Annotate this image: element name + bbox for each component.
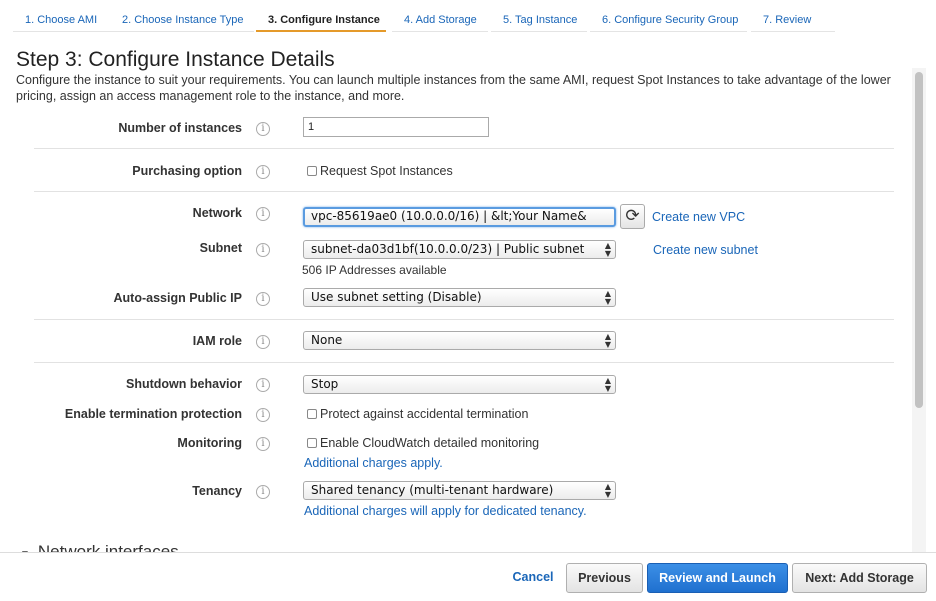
monitoring-info-icon[interactable]: i <box>256 437 270 451</box>
network-label: Network <box>192 206 242 220</box>
review-and-launch-button[interactable]: Review and Launch <box>647 563 788 593</box>
tab-configure-instance[interactable]: 3. Configure Instance <box>256 0 386 32</box>
termination-protection-label: Enable termination protection <box>64 407 242 421</box>
scrollbar-thumb[interactable] <box>915 72 923 408</box>
refresh-network-button[interactable]: ⟳ <box>620 204 645 229</box>
spot-instances-checkbox-label: Request Spot Instances <box>320 164 453 178</box>
tab-choose-ami[interactable]: 1. Choose AMI <box>13 0 110 32</box>
tenancy-info-icon[interactable]: i <box>256 485 270 499</box>
wizard-tabs: 1. Choose AMI 2. Choose Instance Type 3.… <box>0 0 936 34</box>
create-new-vpc-link[interactable]: Create new VPC <box>652 210 745 224</box>
tab-configure-security-group[interactable]: 6. Configure Security Group <box>590 0 747 32</box>
shutdown-behavior-info-icon[interactable]: i <box>256 378 270 392</box>
termination-protection-checkbox-label: Protect against accidental termination <box>320 407 529 421</box>
termination-protection-checkbox[interactable] <box>307 409 317 419</box>
number-of-instances-input[interactable]: 1 <box>303 117 489 137</box>
select-arrows-icon: ▲ ▼ <box>604 482 611 499</box>
spot-instances-option[interactable]: Request Spot Instances <box>307 164 453 178</box>
vertical-scrollbar[interactable] <box>912 68 926 552</box>
select-arrows-icon: ▲ ▼ <box>604 332 611 349</box>
cloudwatch-monitoring-checkbox[interactable] <box>307 438 317 448</box>
tab-choose-instance-type[interactable]: 2. Choose Instance Type <box>110 0 254 32</box>
cloudwatch-monitoring-option[interactable]: Enable CloudWatch detailed monitoring <box>307 436 539 450</box>
tenancy-select[interactable]: Shared tenancy (multi-tenant hardware) ▲… <box>303 481 616 500</box>
network-select[interactable]: vpc-85619ae0 (10.0.0.0/16) | &lt;Your Na… <box>303 207 616 227</box>
auto-assign-ip-select[interactable]: Use subnet setting (Disable) ▲ ▼ <box>303 288 616 307</box>
network-info-icon[interactable]: i <box>256 207 270 221</box>
tab-review[interactable]: 7. Review <box>751 0 835 32</box>
page-title: Step 3: Configure Instance Details <box>16 48 335 71</box>
dedicated-tenancy-charges-link[interactable]: Additional charges will apply for dedica… <box>304 504 587 518</box>
iam-role-label: IAM role <box>192 334 242 348</box>
iam-role-info-icon[interactable]: i <box>256 335 270 349</box>
shutdown-behavior-label: Shutdown behavior <box>126 377 242 391</box>
termination-protection-info-icon[interactable]: i <box>256 408 270 422</box>
network-interfaces-heading: Network interfaces <box>37 542 179 552</box>
configure-instance-panel: Step 3: Configure Instance Details Confi… <box>0 34 912 552</box>
tab-add-storage[interactable]: 4. Add Storage <box>392 0 488 32</box>
number-of-instances-label: Number of instances <box>118 121 242 135</box>
divider <box>34 191 894 192</box>
iam-role-select[interactable]: None ▲ ▼ <box>303 331 616 350</box>
tab-tag-instance[interactable]: 5. Tag Instance <box>491 0 587 32</box>
purchasing-option-info-icon[interactable]: i <box>256 165 270 179</box>
subnet-select[interactable]: subnet-da03d1bf(10.0.0.0/23) | Public su… <box>303 240 616 259</box>
auto-assign-ip-label: Auto-assign Public IP <box>113 291 243 305</box>
divider <box>34 362 894 363</box>
shutdown-behavior-select[interactable]: Stop ▲ ▼ <box>303 375 616 394</box>
select-arrows-icon: ▲ ▼ <box>604 241 611 258</box>
network-select-value: vpc-85619ae0 (10.0.0.0/16) | &lt;Your Na… <box>311 209 587 223</box>
tenancy-select-value: Shared tenancy (multi-tenant hardware) <box>311 483 554 497</box>
shutdown-behavior-select-value: Stop <box>311 377 339 391</box>
ip-addresses-available: 506 IP Addresses available <box>302 263 447 277</box>
divider <box>34 319 894 320</box>
wizard-footer: Cancel Previous Review and Launch Next: … <box>0 552 936 601</box>
cloudwatch-monitoring-checkbox-label: Enable CloudWatch detailed monitoring <box>320 436 540 450</box>
iam-role-select-value: None <box>311 333 343 347</box>
subnet-label: Subnet <box>199 241 242 255</box>
previous-button[interactable]: Previous <box>566 563 643 593</box>
auto-assign-ip-select-value: Use subnet setting (Disable) <box>311 290 482 304</box>
spot-instances-checkbox[interactable] <box>307 166 317 176</box>
select-arrows-icon: ▲ ▼ <box>604 289 611 306</box>
tenancy-label: Tenancy <box>192 484 242 498</box>
next-add-storage-button[interactable]: Next: Add Storage <box>792 563 927 593</box>
purchasing-option-label: Purchasing option <box>132 164 242 178</box>
subnet-info-icon[interactable]: i <box>256 243 270 257</box>
subnet-select-value: subnet-da03d1bf(10.0.0.0/23) | Public su… <box>311 242 585 256</box>
refresh-icon: ⟳ <box>625 206 640 225</box>
cancel-button[interactable]: Cancel <box>503 563 563 593</box>
select-arrows-icon: ▲ ▼ <box>604 376 611 393</box>
create-new-subnet-link[interactable]: Create new subnet <box>653 243 758 257</box>
termination-protection-option[interactable]: Protect against accidental termination <box>307 407 528 421</box>
divider <box>34 148 894 149</box>
monitoring-label: Monitoring <box>177 436 242 450</box>
network-interfaces-section-toggle[interactable]: ▼Network interfaces <box>20 542 179 552</box>
auto-assign-ip-info-icon[interactable]: i <box>256 292 270 306</box>
number-of-instances-info-icon[interactable]: i <box>256 122 270 136</box>
monitoring-charges-link[interactable]: Additional charges apply. <box>304 456 443 470</box>
page-description: Configure the instance to suit your requ… <box>16 73 891 103</box>
